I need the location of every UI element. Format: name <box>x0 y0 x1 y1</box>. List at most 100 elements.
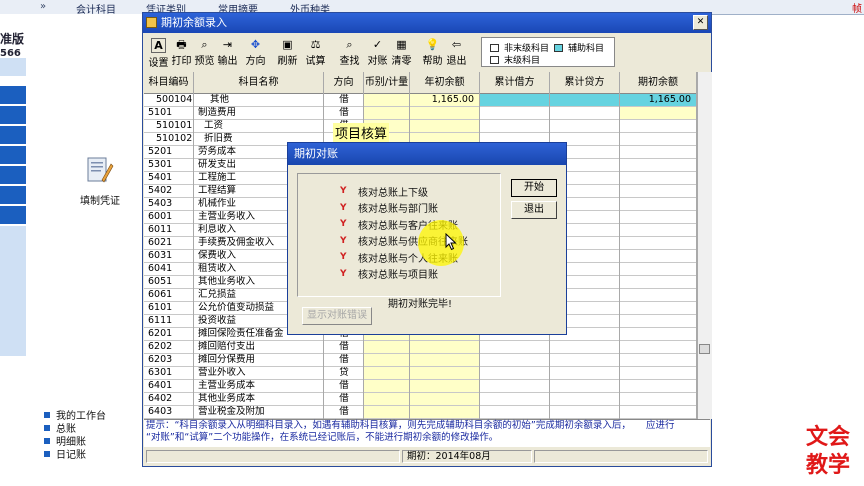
editable-cell[interactable] <box>620 263 697 275</box>
table-row[interactable]: 6202 摊回赔付支出 借 <box>144 341 697 354</box>
close-icon[interactable]: ✕ <box>693 15 708 30</box>
editable-cell[interactable] <box>364 354 410 366</box>
trial-balance-button[interactable]: ⚖ 试算 <box>304 37 327 67</box>
table-row[interactable]: 6203 摊回分保费用 借 <box>144 354 697 367</box>
editable-cell[interactable] <box>364 406 410 418</box>
editable-cell[interactable] <box>620 120 697 132</box>
editable-cell[interactable] <box>620 107 697 119</box>
editable-cell[interactable] <box>364 393 410 405</box>
nav-tab[interactable] <box>0 186 26 204</box>
preview-button[interactable]: ⌕ 预览 <box>193 37 216 67</box>
editable-cell[interactable] <box>620 302 697 314</box>
editable-cell[interactable] <box>480 341 550 353</box>
recon-exit-button[interactable]: 退出 <box>511 201 557 219</box>
year-opening-balance[interactable]: 1,165.00 <box>410 94 474 106</box>
find-button[interactable]: ⌕ 查找 <box>338 37 361 67</box>
editable-cell[interactable] <box>410 380 480 392</box>
vertical-scrollbar[interactable] <box>697 72 712 419</box>
export-button[interactable]: ⇥ 输出 <box>216 37 239 67</box>
editable-cell[interactable] <box>620 224 697 236</box>
editable-cell[interactable] <box>620 146 697 158</box>
editable-cell[interactable] <box>364 107 410 119</box>
nav-tab[interactable] <box>0 206 26 224</box>
editable-cell[interactable] <box>620 354 697 366</box>
editable-cell[interactable] <box>620 159 697 171</box>
editable-cell[interactable] <box>620 380 697 392</box>
nav-tab[interactable] <box>0 166 26 184</box>
voucher-entry-label[interactable]: 填制凭证 <box>80 192 120 207</box>
editable-cell[interactable] <box>410 120 480 132</box>
help-button[interactable]: 💡 帮助 <box>421 37 444 67</box>
voucher-document-icon[interactable] <box>82 154 114 186</box>
editable-cell[interactable] <box>550 380 620 392</box>
editable-cell[interactable] <box>410 367 480 379</box>
start-button[interactable]: 开始 <box>511 179 557 197</box>
table-row[interactable]: 6403 营业税金及附加 借 <box>144 406 697 419</box>
table-row[interactable]: 500104 其他借 1,165.00 1,165.00 <box>144 94 697 107</box>
table-row[interactable]: 510101工资借 <box>144 120 697 133</box>
editable-cell[interactable] <box>410 341 480 353</box>
editable-cell[interactable] <box>550 393 620 405</box>
editable-cell[interactable] <box>550 107 620 119</box>
editable-cell[interactable] <box>364 341 410 353</box>
scrollbar-thumb[interactable] <box>699 344 710 354</box>
editable-cell[interactable] <box>620 237 697 249</box>
exit-button[interactable]: ⇦ 退出 <box>445 37 468 67</box>
link-journal[interactable]: 日记账 <box>44 447 106 461</box>
editable-cell[interactable] <box>410 107 480 119</box>
editable-cell[interactable] <box>410 393 480 405</box>
editable-cell[interactable] <box>620 198 697 210</box>
editable-cell[interactable] <box>480 393 550 405</box>
editable-cell[interactable] <box>364 380 410 392</box>
editable-cell[interactable] <box>620 250 697 262</box>
double-chevron-icon[interactable]: » <box>40 1 46 12</box>
clear-button[interactable]: ▦ 清零 <box>390 37 413 67</box>
editable-cell[interactable] <box>620 133 697 145</box>
window-title-bar[interactable]: 期初余额录入 ✕ <box>143 13 711 33</box>
nav-tab[interactable] <box>0 86 26 104</box>
editable-cell[interactable] <box>550 367 620 379</box>
table-row[interactable]: 5101 制造费用 借 <box>144 107 697 120</box>
recon-title-bar[interactable]: 期初对账 <box>288 143 566 165</box>
table-row[interactable]: 6301 营业外收入 贷 <box>144 367 697 380</box>
editable-cell[interactable] <box>480 354 550 366</box>
direction-button[interactable]: ✥ 方向 <box>244 37 267 67</box>
editable-cell[interactable] <box>620 341 697 353</box>
reconcile-button[interactable]: ✓ 对账 <box>366 37 389 67</box>
editable-cell[interactable] <box>480 120 550 132</box>
editable-cell[interactable] <box>550 354 620 366</box>
editable-cell[interactable] <box>480 380 550 392</box>
nav-tab[interactable] <box>0 58 26 76</box>
editable-cell[interactable] <box>620 276 697 288</box>
editable-cell[interactable] <box>480 367 550 379</box>
print-button[interactable]: 🖶 打印 <box>170 37 193 67</box>
table-row[interactable]: 6402 其他业务成本 借 <box>144 393 697 406</box>
editable-cell[interactable] <box>410 354 480 366</box>
editable-cell[interactable] <box>480 406 550 418</box>
editable-cell[interactable] <box>620 172 697 184</box>
table-row[interactable]: 6401 主营业务成本 借 <box>144 380 697 393</box>
editable-cell[interactable] <box>550 341 620 353</box>
period-opening-balance[interactable]: 1,165.00 <box>620 94 691 106</box>
editable-cell[interactable] <box>364 367 410 379</box>
editable-cell[interactable] <box>410 406 480 418</box>
editable-cell[interactable] <box>620 367 697 379</box>
editable-cell[interactable] <box>620 211 697 223</box>
editable-cell[interactable] <box>620 315 697 327</box>
editable-cell[interactable] <box>620 393 697 405</box>
editable-cell[interactable] <box>620 185 697 197</box>
editable-cell[interactable] <box>550 94 620 106</box>
editable-cell[interactable] <box>480 107 550 119</box>
setup-button[interactable]: A 设置 <box>147 37 170 69</box>
editable-cell[interactable] <box>620 289 697 301</box>
editable-cell[interactable] <box>364 94 410 106</box>
nav-tab[interactable] <box>0 126 26 144</box>
editable-cell[interactable] <box>480 94 550 106</box>
editable-cell[interactable] <box>620 328 697 340</box>
nav-tab[interactable] <box>0 146 26 164</box>
editable-cell[interactable] <box>550 406 620 418</box>
editable-cell[interactable] <box>620 406 697 418</box>
nav-tab[interactable] <box>0 106 26 124</box>
refresh-button[interactable]: ▣ 刷新 <box>276 37 299 67</box>
editable-cell[interactable] <box>550 120 620 132</box>
